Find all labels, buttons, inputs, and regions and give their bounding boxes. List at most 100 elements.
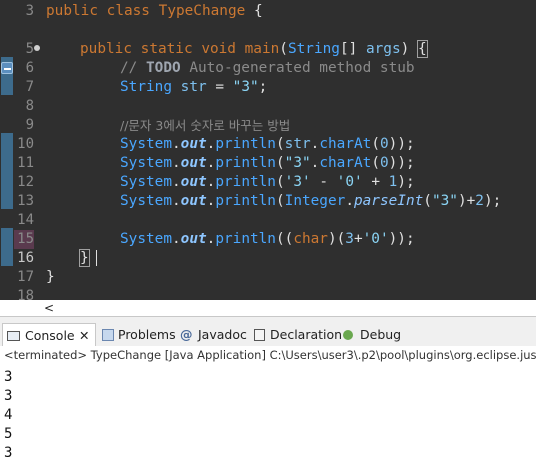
horizontal-scrollbar[interactable]: < xyxy=(40,300,536,316)
comment-text: Auto-generated method stub xyxy=(180,60,415,76)
console-line: 3 xyxy=(4,445,13,461)
class-ref: System xyxy=(120,174,172,190)
code-editor[interactable]: 3 5 6 7 8 9 10 11 12 13 14 15 16 17 18 p… xyxy=(0,0,536,300)
method-call: println xyxy=(215,174,276,190)
char-literal: '3' xyxy=(284,174,311,190)
number-literal: 0 xyxy=(379,136,389,152)
line-number: 12 xyxy=(17,174,34,190)
dot: . xyxy=(171,231,181,247)
keyword: class xyxy=(106,3,150,19)
code-line-string-declaration: String str = "3"; xyxy=(120,78,267,97)
class-name: TypeChange xyxy=(158,3,246,19)
console-icon xyxy=(7,331,20,341)
type-name: String xyxy=(120,79,172,95)
overview-ruler xyxy=(0,0,14,300)
tab-label: Debug xyxy=(360,327,402,342)
close-icon[interactable]: ✕ xyxy=(79,324,89,348)
console-line: 4 xyxy=(4,407,13,423)
paren: ( xyxy=(423,193,432,209)
paren: )( xyxy=(327,231,346,247)
line-number: 13 xyxy=(17,193,34,209)
line-number: 14 xyxy=(17,212,34,228)
tab-console[interactable]: Console ✕ xyxy=(2,323,96,347)
code-line-println-4: System.out.println(Integer.parseInt("3")… xyxy=(120,192,501,211)
change-marker xyxy=(1,228,13,266)
tab-problems[interactable]: Problems xyxy=(100,323,176,347)
method-call: println xyxy=(215,193,276,209)
paren: ( xyxy=(275,155,285,171)
code-line-println-2: System.out.println("3".charAt(0)); xyxy=(120,154,415,173)
paren: ) xyxy=(400,41,418,57)
keyword: public xyxy=(80,41,132,57)
class-ref: Integer xyxy=(284,193,346,209)
code-line-todo-comment: // TODO Auto-generated method stub xyxy=(120,59,415,78)
dot: . xyxy=(171,174,181,190)
scroll-left-button[interactable]: < xyxy=(44,300,58,316)
string-literal: "3" xyxy=(284,155,311,171)
keyword: public xyxy=(46,3,98,19)
matching-brace: { xyxy=(416,40,428,58)
class-ref: System xyxy=(120,155,172,171)
code-line-class-close: } xyxy=(46,268,55,287)
line-number: 10 xyxy=(17,136,34,152)
paren: ); xyxy=(483,193,502,209)
console-output[interactable]: 3 3 4 5 3 xyxy=(0,364,536,471)
variable-name: str xyxy=(180,79,207,95)
paren: ( xyxy=(279,41,288,57)
code-line-class-declaration: public class TypeChange { xyxy=(46,2,263,21)
comment-prefix: // xyxy=(120,60,146,76)
paren: )); xyxy=(388,231,415,247)
method-call: charAt xyxy=(319,155,372,171)
tab-debug[interactable]: Debug xyxy=(340,323,402,347)
paren: ( xyxy=(371,136,380,152)
declaration-icon xyxy=(254,329,265,341)
class-ref: System xyxy=(120,136,172,152)
console-line: 3 xyxy=(4,388,13,404)
line-number-gutter: 3 5 6 7 8 9 10 11 12 13 14 15 16 17 18 xyxy=(1,0,40,300)
operator: + xyxy=(353,231,363,247)
static-method-call: parseInt xyxy=(353,193,424,209)
operator: + xyxy=(362,174,389,190)
paren: (( xyxy=(275,231,294,247)
code-line-method-close: } xyxy=(79,249,90,268)
todo-tag: TODO xyxy=(146,60,181,76)
class-ref: System xyxy=(120,231,172,247)
code-line-println-1: System.out.println(str.charAt(0)); xyxy=(120,135,415,154)
method-name: main xyxy=(244,41,280,57)
paren: ( xyxy=(371,155,380,171)
method-call: println xyxy=(215,231,276,247)
paren: ( xyxy=(275,136,285,152)
scrollbar-corner xyxy=(0,300,40,316)
char-literal: '0' xyxy=(336,174,363,190)
char-literal: '0' xyxy=(362,231,389,247)
line-number: 3 xyxy=(25,3,34,19)
paren: ( xyxy=(275,193,285,209)
class-ref: System xyxy=(120,193,172,209)
line-number: 6 xyxy=(25,60,34,76)
console-line: 5 xyxy=(4,426,13,442)
semicolon: ; xyxy=(258,79,268,95)
code-line-method-declaration: public static void main(String[] args) { xyxy=(80,40,428,59)
line-number: 7 xyxy=(25,79,34,95)
code-text-area[interactable]: public class TypeChange { public static … xyxy=(40,0,536,300)
line-number: 11 xyxy=(17,155,34,171)
tab-javadoc[interactable]: @ Javadoc xyxy=(180,323,248,347)
static-field: out xyxy=(180,231,207,247)
brace: { xyxy=(245,3,263,19)
dot: . xyxy=(345,193,354,209)
tab-label: Javadoc xyxy=(198,327,247,342)
tab-declaration[interactable]: Declaration xyxy=(252,323,342,347)
static-field: out xyxy=(180,174,207,190)
code-line-println-5: System.out.println((char)(3+'0')); xyxy=(120,230,415,249)
param-name: args xyxy=(365,41,401,57)
code-line-korean-comment: //문자 3에서 숫자로 바꾸는 방법 xyxy=(120,118,291,133)
number-literal: 0 xyxy=(379,155,389,171)
operator: = xyxy=(206,79,233,95)
keyword: static xyxy=(140,41,193,57)
paren: ); xyxy=(397,174,415,190)
change-marker xyxy=(1,133,13,209)
task-marker-icon[interactable] xyxy=(1,62,13,74)
console-process-status: <terminated> TypeChange [Java Applicatio… xyxy=(0,346,536,364)
dot: . xyxy=(171,193,181,209)
brace: } xyxy=(46,269,55,285)
